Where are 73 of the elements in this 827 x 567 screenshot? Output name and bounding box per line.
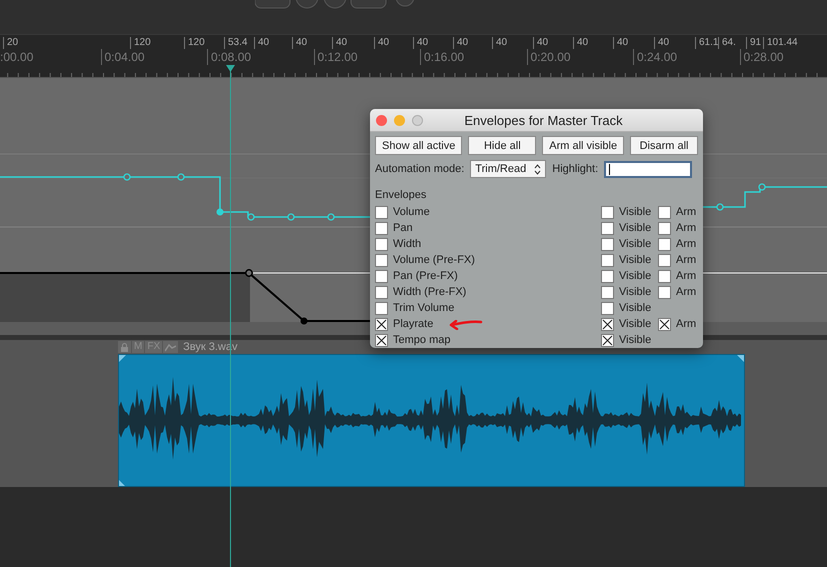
highlight-label: Highlight: — [552, 163, 598, 175]
arm-label: Arm — [676, 206, 696, 218]
dialog-button[interactable]: Show all active — [375, 136, 462, 155]
envelope-line[interactable] — [0, 173, 827, 221]
envelope-label: Width (Pre-FX) — [393, 286, 466, 298]
envelope-icon[interactable] — [163, 341, 178, 353]
envelope-label: Tempo map — [393, 334, 450, 346]
checkbox[interactable] — [601, 206, 614, 218]
visible-label: Visible — [619, 286, 652, 298]
time-label: 0:04.00 — [100, 49, 145, 65]
checkbox[interactable] — [601, 222, 614, 234]
checkbox[interactable] — [658, 270, 671, 282]
arm-label: Arm — [676, 222, 696, 234]
checkbox[interactable] — [601, 302, 614, 314]
checkbox[interactable] — [658, 286, 671, 298]
visible-label: Visible — [619, 334, 652, 346]
checkbox[interactable] — [375, 206, 388, 218]
checkbox[interactable] — [658, 318, 671, 330]
visible-label: Visible — [619, 318, 652, 330]
checkbox[interactable] — [658, 254, 671, 266]
visible-label: Visible — [619, 302, 652, 314]
checkbox[interactable] — [601, 318, 614, 330]
checkbox[interactable] — [375, 318, 388, 330]
playhead-marker-icon[interactable] — [226, 65, 235, 72]
dialog-button[interactable]: Arm all visible — [542, 136, 624, 155]
dialog-button[interactable]: Disarm all — [630, 136, 698, 155]
envelope-label: Volume — [393, 206, 430, 218]
checkbox[interactable] — [375, 334, 388, 346]
checkbox[interactable] — [658, 206, 671, 218]
envelope-label: Width — [393, 238, 422, 250]
time-label: 0:20.00 — [526, 49, 571, 65]
time-label: 0:28.00 — [740, 49, 784, 65]
arm-label: Arm — [676, 270, 696, 282]
envelope-label: Pan — [393, 222, 413, 234]
stepper-icon — [534, 164, 542, 174]
arm-label: Arm — [676, 318, 696, 330]
close-button[interactable] — [376, 114, 387, 126]
checkbox[interactable] — [601, 254, 614, 266]
envelope-line[interactable] — [0, 269, 372, 324]
automation-mode-label: Automation mode: — [375, 163, 464, 175]
checkbox[interactable] — [375, 222, 388, 234]
envelope-label: Pan (Pre-FX) — [393, 270, 458, 282]
time-label: :00.00 — [0, 49, 34, 65]
arm-label: Arm — [676, 254, 696, 266]
checkbox[interactable] — [375, 254, 388, 266]
checkbox[interactable] — [375, 286, 388, 298]
dialog-button[interactable]: Hide all — [468, 136, 536, 155]
checkbox[interactable] — [658, 222, 671, 234]
checkbox[interactable] — [658, 238, 671, 250]
envelope-label: Playrate — [393, 318, 434, 330]
checkbox[interactable] — [601, 270, 614, 282]
visible-label: Visible — [619, 270, 652, 282]
arm-label: Arm — [676, 286, 696, 298]
visible-label: Visible — [619, 206, 652, 218]
time-label: 0:16.00 — [420, 49, 464, 65]
automation-mode-select[interactable]: Trim/Read — [470, 160, 546, 178]
visible-label: Visible — [619, 238, 652, 250]
checkbox[interactable] — [375, 238, 388, 250]
envelope-label: Volume (Pre-FX) — [393, 254, 475, 266]
checkbox[interactable] — [375, 270, 388, 282]
visible-label: Visible — [619, 222, 652, 234]
checkbox[interactable] — [375, 302, 388, 314]
highlight-field[interactable] — [604, 160, 692, 178]
checkbox[interactable] — [601, 286, 614, 298]
envelope-label: Trim Volume — [393, 302, 454, 314]
checkbox[interactable] — [601, 238, 614, 250]
envelopes-heading: Envelopes — [374, 188, 428, 203]
window-title: Envelopes for Master Track — [463, 112, 624, 128]
arm-label: Arm — [676, 238, 696, 250]
time-label: 0:24.00 — [633, 49, 678, 65]
checkbox[interactable] — [601, 334, 614, 346]
time-label: 0:12.00 — [314, 49, 358, 65]
visible-label: Visible — [619, 254, 652, 266]
